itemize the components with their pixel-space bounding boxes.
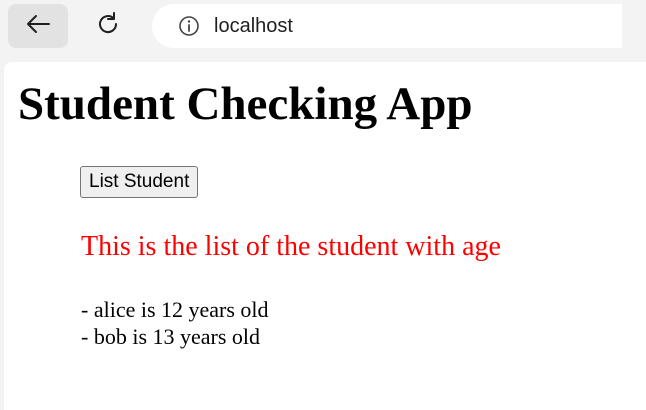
browser-toolbar: localhost xyxy=(0,0,646,56)
reload-button[interactable] xyxy=(78,4,138,48)
address-bar[interactable]: localhost xyxy=(152,4,622,48)
student-list-heading: This is the list of the student with age xyxy=(81,231,501,262)
list-item: - bob is 13 years old xyxy=(81,324,261,349)
info-icon[interactable] xyxy=(178,15,200,37)
list-item: - alice is 12 years old xyxy=(81,297,269,322)
back-button[interactable] xyxy=(8,4,68,48)
list-student-button[interactable]: List Student xyxy=(80,166,199,198)
student-list: - alice is 12 years old - bob is 13 year… xyxy=(81,296,269,350)
url-text[interactable]: localhost xyxy=(214,15,293,38)
back-arrow-icon xyxy=(25,13,51,40)
reload-icon xyxy=(95,11,121,42)
page-title: Student Checking App xyxy=(18,78,473,130)
page-content: Student Checking App List Student This i… xyxy=(4,62,646,410)
